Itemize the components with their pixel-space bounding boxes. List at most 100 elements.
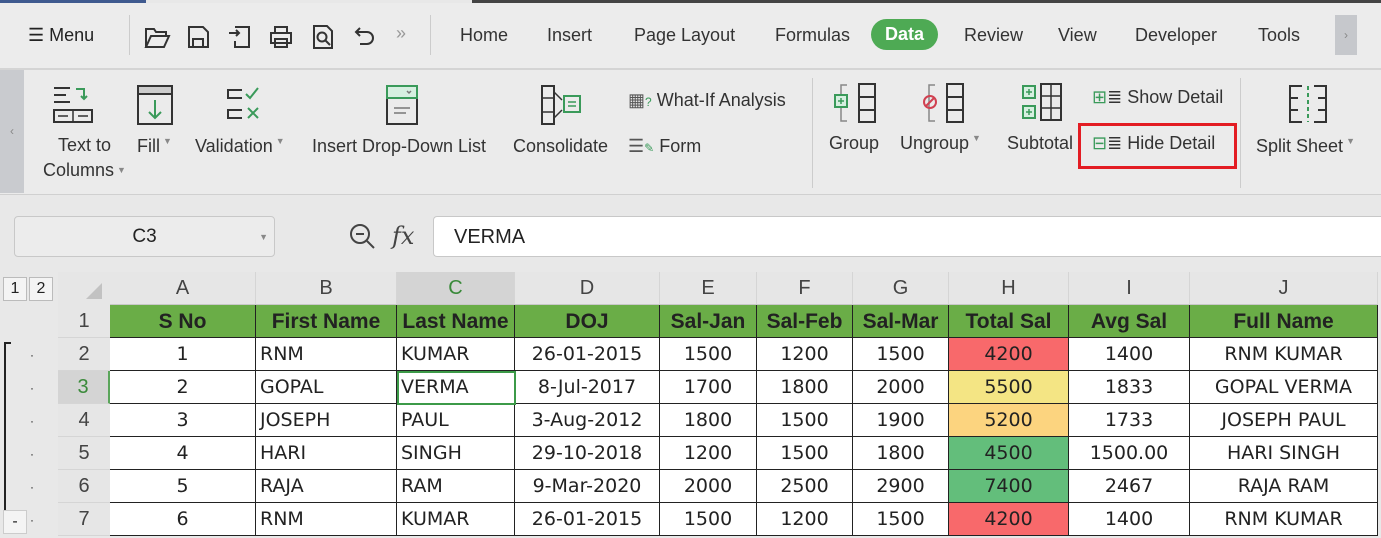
- data-cell[interactable]: RAJA RAM: [1190, 470, 1378, 503]
- tab-insert[interactable]: Insert: [547, 25, 592, 46]
- data-cell[interactable]: 2: [110, 371, 256, 404]
- data-cell[interactable]: 2000: [853, 371, 949, 404]
- data-cell[interactable]: 5200: [949, 404, 1069, 437]
- data-cell[interactable]: HARI: [256, 437, 397, 470]
- validation-button[interactable]: Validation ▼: [195, 136, 285, 157]
- row-header-3[interactable]: 3: [58, 371, 110, 404]
- tab-view[interactable]: View: [1058, 25, 1097, 46]
- select-all-corner[interactable]: [58, 272, 110, 305]
- name-box[interactable]: C3 ▼: [14, 216, 275, 257]
- row-header-4[interactable]: 4: [58, 404, 110, 437]
- data-cell[interactable]: GOPAL VERMA: [1190, 371, 1378, 404]
- column-header-F[interactable]: F: [757, 272, 853, 305]
- data-cell[interactable]: 2500: [757, 470, 853, 503]
- outline-collapse-button[interactable]: -: [3, 510, 27, 534]
- form-button[interactable]: ☰✎ Form: [628, 136, 701, 157]
- data-cell[interactable]: 4500: [949, 437, 1069, 470]
- insert-dropdown-list-button[interactable]: Insert Drop-Down List: [312, 136, 486, 157]
- data-cell[interactable]: 1200: [757, 338, 853, 371]
- data-cell[interactable]: 1200: [660, 437, 757, 470]
- column-header-J[interactable]: J: [1190, 272, 1378, 305]
- tab-formulas[interactable]: Formulas: [775, 25, 850, 46]
- tab-developer[interactable]: Developer: [1135, 25, 1217, 46]
- tab-home[interactable]: Home: [460, 25, 508, 46]
- data-cell[interactable]: 1800: [853, 437, 949, 470]
- data-cell[interactable]: 1700: [660, 371, 757, 404]
- fx-icon[interactable]: fx: [392, 222, 414, 250]
- row-header-2[interactable]: 2: [58, 338, 110, 371]
- data-cell[interactable]: RNM KUMAR: [1190, 503, 1378, 536]
- row-header-6[interactable]: 6: [58, 470, 110, 503]
- row-header-1[interactable]: 1: [58, 305, 110, 338]
- column-header-C[interactable]: C: [397, 272, 515, 305]
- data-cell[interactable]: KUMAR: [397, 503, 515, 536]
- data-cell[interactable]: 1800: [757, 371, 853, 404]
- column-header-D[interactable]: D: [515, 272, 660, 305]
- print-preview-icon[interactable]: [309, 23, 337, 51]
- data-cell[interactable]: 2467: [1069, 470, 1190, 503]
- data-cell[interactable]: 2000: [660, 470, 757, 503]
- data-cell[interactable]: 3: [110, 404, 256, 437]
- outline-level-1-button[interactable]: 1: [3, 277, 27, 301]
- hide-detail-button[interactable]: ⊟≣ Hide Detail: [1092, 133, 1215, 154]
- column-header-B[interactable]: B: [256, 272, 397, 305]
- data-cell[interactable]: 1: [110, 338, 256, 371]
- undo-icon[interactable]: [350, 23, 378, 51]
- data-cell[interactable]: 5: [110, 470, 256, 503]
- column-header-G[interactable]: G: [853, 272, 949, 305]
- data-cell[interactable]: JOSEPH: [256, 404, 397, 437]
- header-cell[interactable]: First Name: [256, 305, 397, 338]
- open-folder-icon[interactable]: [143, 23, 171, 51]
- formula-input[interactable]: VERMA: [433, 216, 1381, 257]
- save-icon[interactable]: [184, 23, 212, 51]
- zoom-formula-icon[interactable]: [348, 222, 378, 252]
- print-icon[interactable]: [267, 23, 295, 51]
- data-cell[interactable]: KUMAR: [397, 338, 515, 371]
- data-cell[interactable]: RNM KUMAR: [1190, 338, 1378, 371]
- group-button[interactable]: Group: [829, 133, 879, 154]
- text-to-columns-button[interactable]: Text to Columns ▼: [43, 133, 126, 183]
- data-cell[interactable]: 2900: [853, 470, 949, 503]
- more-icon[interactable]: »: [396, 23, 406, 44]
- data-cell[interactable]: 1400: [1069, 503, 1190, 536]
- data-cell[interactable]: 1200: [757, 503, 853, 536]
- tab-data[interactable]: Data: [871, 19, 939, 50]
- column-header-A[interactable]: A: [110, 272, 256, 305]
- data-cell[interactable]: JOSEPH PAUL: [1190, 404, 1378, 437]
- ungroup-button[interactable]: Ungroup ▼: [900, 133, 981, 154]
- show-detail-button[interactable]: ⊞≣ Show Detail: [1092, 87, 1223, 108]
- menu-button[interactable]: ☰ Menu: [28, 25, 94, 46]
- data-cell[interactable]: 4200: [949, 338, 1069, 371]
- data-cell[interactable]: 26-01-2015: [515, 503, 660, 536]
- data-cell[interactable]: HARI SINGH: [1190, 437, 1378, 470]
- subtotal-button[interactable]: Subtotal: [1007, 133, 1073, 154]
- data-cell[interactable]: 26-01-2015: [515, 338, 660, 371]
- tab-tools[interactable]: Tools: [1258, 25, 1300, 46]
- data-cell[interactable]: 1500: [853, 338, 949, 371]
- data-cell[interactable]: SINGH: [397, 437, 515, 470]
- header-cell[interactable]: Full Name: [1190, 305, 1378, 338]
- header-cell[interactable]: Sal-Mar: [853, 305, 949, 338]
- column-header-I[interactable]: I: [1069, 272, 1190, 305]
- data-cell[interactable]: 1500: [853, 503, 949, 536]
- header-cell[interactable]: Total Sal: [949, 305, 1069, 338]
- split-sheet-button[interactable]: Split Sheet ▼: [1256, 136, 1355, 157]
- data-cell[interactable]: 4200: [949, 503, 1069, 536]
- scroll-tabs-right-button[interactable]: ›: [1335, 15, 1357, 55]
- column-header-E[interactable]: E: [660, 272, 757, 305]
- tab-review[interactable]: Review: [964, 25, 1023, 46]
- data-cell[interactable]: 1500: [757, 404, 853, 437]
- export-icon[interactable]: [226, 23, 254, 51]
- data-cell[interactable]: 6: [110, 503, 256, 536]
- data-cell[interactable]: 7400: [949, 470, 1069, 503]
- data-cell[interactable]: RNM: [256, 503, 397, 536]
- fill-button[interactable]: Fill ▼: [137, 136, 172, 157]
- header-cell[interactable]: Last Name: [397, 305, 515, 338]
- data-cell[interactable]: 1800: [660, 404, 757, 437]
- data-cell[interactable]: RAM: [397, 470, 515, 503]
- data-cell[interactable]: 1400: [1069, 338, 1190, 371]
- data-cell[interactable]: 1500: [757, 437, 853, 470]
- data-cell[interactable]: 1500: [660, 503, 757, 536]
- row-header-7[interactable]: 7: [58, 503, 110, 536]
- data-cell[interactable]: PAUL: [397, 404, 515, 437]
